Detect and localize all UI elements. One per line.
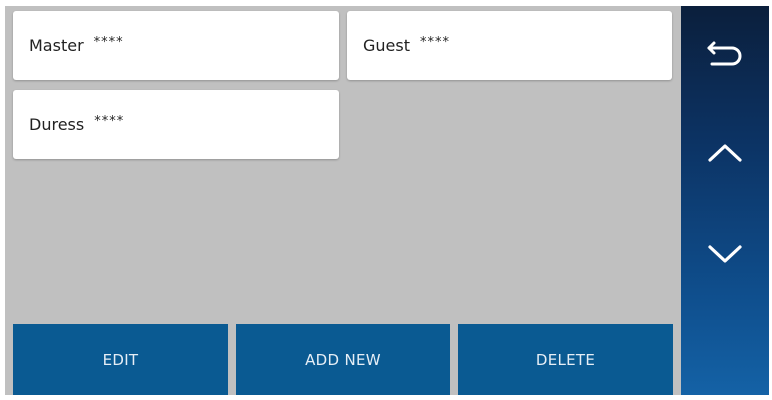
code-name: Guest <box>363 36 410 55</box>
back-button[interactable] <box>681 24 769 84</box>
code-card-master[interactable]: Master **** <box>13 11 339 80</box>
chevron-down-icon <box>708 245 742 263</box>
delete-button[interactable]: DELETE <box>458 324 673 395</box>
code-name: Master <box>29 36 84 55</box>
add-new-button[interactable]: ADD NEW <box>236 324 450 395</box>
scroll-up-button[interactable] <box>681 123 769 183</box>
code-mask: **** <box>93 35 124 50</box>
side-navigation <box>681 6 769 395</box>
code-card-guest[interactable]: Guest **** <box>347 11 672 80</box>
code-name: Duress <box>29 115 85 134</box>
code-card-duress[interactable]: Duress **** <box>13 90 339 159</box>
code-mask: **** <box>94 114 125 129</box>
edit-button[interactable]: EDIT <box>13 324 228 395</box>
chevron-up-icon <box>708 144 742 162</box>
scroll-down-button[interactable] <box>681 224 769 284</box>
back-arrow-icon <box>707 41 742 66</box>
code-mask: **** <box>420 35 450 50</box>
bottom-border <box>5 395 769 400</box>
